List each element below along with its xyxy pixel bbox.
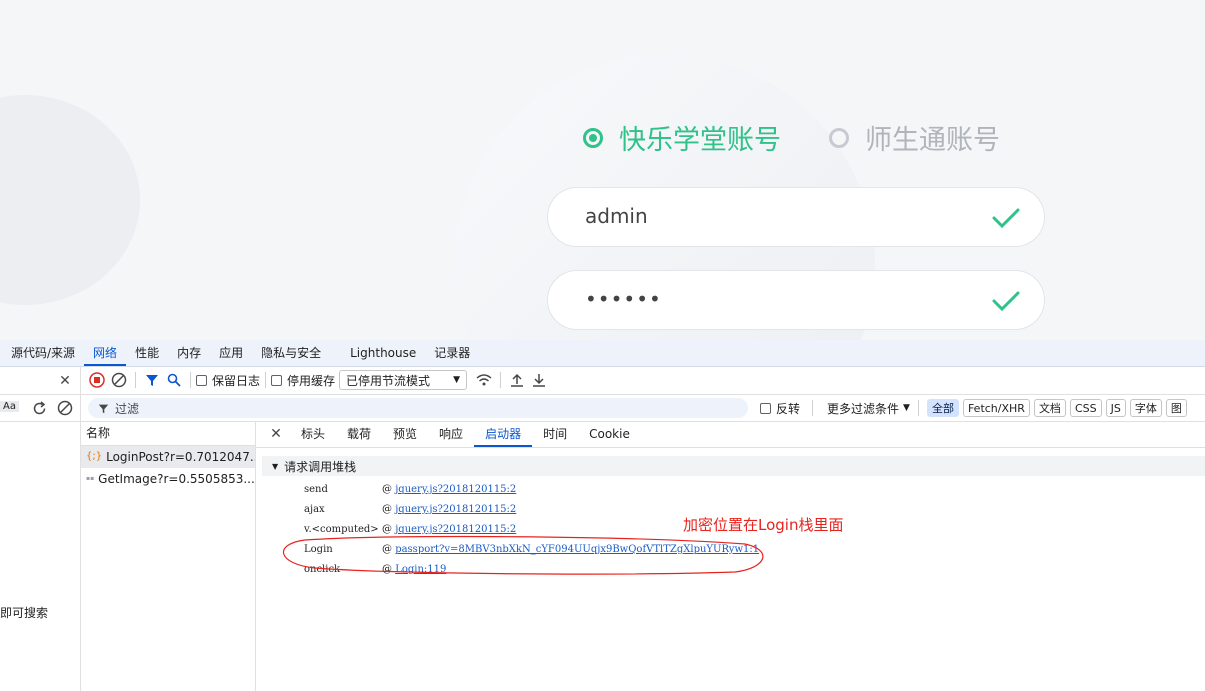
request-name: LoginPost?r=0.7012047... (106, 450, 255, 464)
search-pane: 即可搜索 (0, 421, 81, 691)
password-value: •••••• (585, 287, 662, 311)
radio-unchecked-icon (829, 127, 849, 148)
password-field[interactable]: •••••• (547, 270, 1045, 330)
frame-location-link[interactable]: jquery.js?2018120115:2 (395, 484, 516, 495)
login-tab-shisheng-label: 师生通账号 (865, 125, 1000, 156)
devtools-panel: 源代码/来源 网络 性能 内存 应用 隐私与安全 Lighthouse 记录器 … (0, 340, 1205, 691)
tab-network[interactable]: 网络 (84, 340, 127, 366)
divider (80, 367, 81, 394)
login-page: 快乐学堂账号 师生通账号 admin •••••• (0, 0, 1205, 340)
login-tab-kuaile[interactable]: 快乐学堂账号 (583, 118, 781, 157)
close-detail-icon[interactable]: ✕ (265, 423, 287, 445)
request-list: 名称 {;} LoginPost?r=0.7012047... ▪▪ GetIm… (81, 421, 256, 691)
tab-memory[interactable]: 内存 (168, 340, 210, 366)
filter-options: 反转 更多过滤条件 ▼ 全部 Fetch/XHR 文档 CSS JS 字体 图 (760, 399, 1191, 417)
tab-application[interactable]: 应用 (210, 340, 252, 366)
divider (812, 400, 814, 416)
login-tab-kuaile-label: 快乐学堂账号 (619, 125, 781, 156)
request-row[interactable]: {;} LoginPost?r=0.7012047... (81, 446, 255, 468)
login-tab-shisheng[interactable]: 师生通账号 (829, 118, 1000, 157)
tab-preview[interactable]: 预览 (382, 421, 428, 447)
triangle-down-icon: ▼ (272, 461, 279, 471)
filter-input[interactable]: 过滤 (88, 398, 748, 418)
valid-check-icon (992, 208, 1020, 229)
search-icon[interactable] (163, 369, 185, 391)
username-value: admin (585, 204, 648, 228)
search-hint-text: 即可搜索 (0, 606, 49, 620)
type-filter-doc[interactable]: 文档 (1033, 399, 1066, 417)
preserve-log-checkbox[interactable] (196, 374, 207, 386)
record-stop-icon[interactable] (86, 369, 108, 391)
throttle-select[interactable]: 已停用节流模式 ▼ (339, 370, 468, 390)
tab-headers[interactable]: 标头 (290, 421, 336, 447)
more-filters-dropdown[interactable]: 更多过滤条件 (827, 400, 899, 417)
tab-response[interactable]: 响应 (428, 421, 474, 447)
chevron-down-icon: ▼ (453, 375, 461, 385)
stack-frame: ajax @ jquery.js?2018120115:2 (304, 500, 516, 520)
filter-icon (98, 404, 109, 413)
frame-location-link[interactable]: jquery.js?2018120115:2 (395, 504, 516, 515)
request-row[interactable]: ▪▪ GetImage?r=0.5505853... (81, 468, 255, 490)
tab-payload[interactable]: 载荷 (336, 421, 382, 447)
refresh-icon[interactable] (28, 397, 50, 419)
chevron-down-icon: ▼ (903, 403, 910, 413)
valid-check-icon (992, 291, 1020, 312)
preserve-log-label: 保留日志 (212, 373, 261, 388)
invert-checkbox[interactable] (760, 402, 771, 414)
type-filter-js[interactable]: JS (1105, 399, 1126, 417)
network-toolbar: ✕ 保留日志 停用缓存 已停用节流模式 ▼ (0, 367, 1205, 395)
radio-checked-icon (583, 127, 603, 148)
request-name: GetImage?r=0.5505853... (98, 472, 255, 486)
tab-sources[interactable]: 源代码/来源 (0, 340, 84, 366)
tab-performance[interactable]: 性能 (126, 340, 168, 366)
tab-lighthouse[interactable]: Lighthouse (341, 340, 425, 366)
type-filter-css[interactable]: CSS (1069, 399, 1102, 417)
import-har-icon[interactable] (506, 369, 528, 391)
close-icon[interactable]: ✕ (54, 370, 76, 392)
type-filter-fetch-xhr[interactable]: Fetch/XHR (962, 399, 1030, 417)
login-type-tabs: 快乐学堂账号 师生通账号 (583, 118, 1048, 157)
divider (917, 400, 919, 416)
match-case-button[interactable]: Aa (0, 401, 19, 412)
frame-function: ajax (304, 504, 325, 515)
network-toolbar-controls: 保留日志 停用缓存 已停用节流模式 ▼ (86, 369, 550, 391)
stack-frame: send @ jquery.js?2018120115:2 (304, 480, 516, 500)
call-stack-title: 请求调用堆栈 (284, 459, 357, 474)
divider (190, 372, 191, 388)
divider (500, 372, 502, 388)
tab-cookies[interactable]: Cookie (578, 421, 641, 447)
disable-cache-checkbox[interactable] (271, 374, 283, 386)
xhr-icon: {;} (86, 451, 103, 462)
type-filter-font[interactable]: 字体 (1129, 399, 1162, 417)
tab-recorder[interactable]: 记录器 (425, 340, 479, 366)
type-filter-all[interactable]: 全部 (926, 399, 959, 417)
name-column-header[interactable]: 名称 (81, 421, 255, 446)
devtools-tabbar: 源代码/来源 网络 性能 内存 应用 隐私与安全 Lighthouse 记录器 (0, 340, 1205, 367)
filter-icon[interactable] (141, 369, 163, 391)
divider (265, 372, 267, 388)
tab-timing[interactable]: 时间 (532, 421, 578, 447)
frame-function: send (304, 484, 328, 495)
disable-cache-label: 停用缓存 (287, 373, 336, 388)
throttle-value: 已停用节流模式 (346, 373, 431, 388)
tab-initiator[interactable]: 启动器 (474, 421, 533, 447)
network-conditions-icon[interactable] (473, 369, 495, 391)
divider (80, 395, 81, 421)
annotation-ellipse (283, 535, 764, 575)
divider (135, 372, 136, 388)
decor-circle-left (0, 95, 140, 305)
clear-search-icon[interactable] (54, 397, 76, 419)
type-filter-img[interactable]: 图 (1165, 399, 1187, 417)
network-filterbar: Aa 过滤 反转 更多过滤条件 ▼ 全部 Fetch/XHR 文档 CSS JS… (0, 395, 1205, 422)
call-stack-header[interactable]: ▼ 请求调用堆栈 (262, 456, 1205, 476)
image-icon: ▪▪ (86, 475, 95, 482)
export-har-icon[interactable] (528, 369, 550, 391)
invert-label: 反转 (776, 401, 801, 416)
username-field[interactable]: admin (547, 187, 1045, 247)
detail-tabs: ✕ 标头 载荷 预览 响应 启动器 时间 Cookie (256, 421, 1205, 448)
filter-placeholder: 过滤 (115, 401, 140, 416)
clear-icon[interactable] (108, 369, 130, 391)
tab-privacy-security[interactable]: 隐私与安全 (252, 340, 341, 366)
